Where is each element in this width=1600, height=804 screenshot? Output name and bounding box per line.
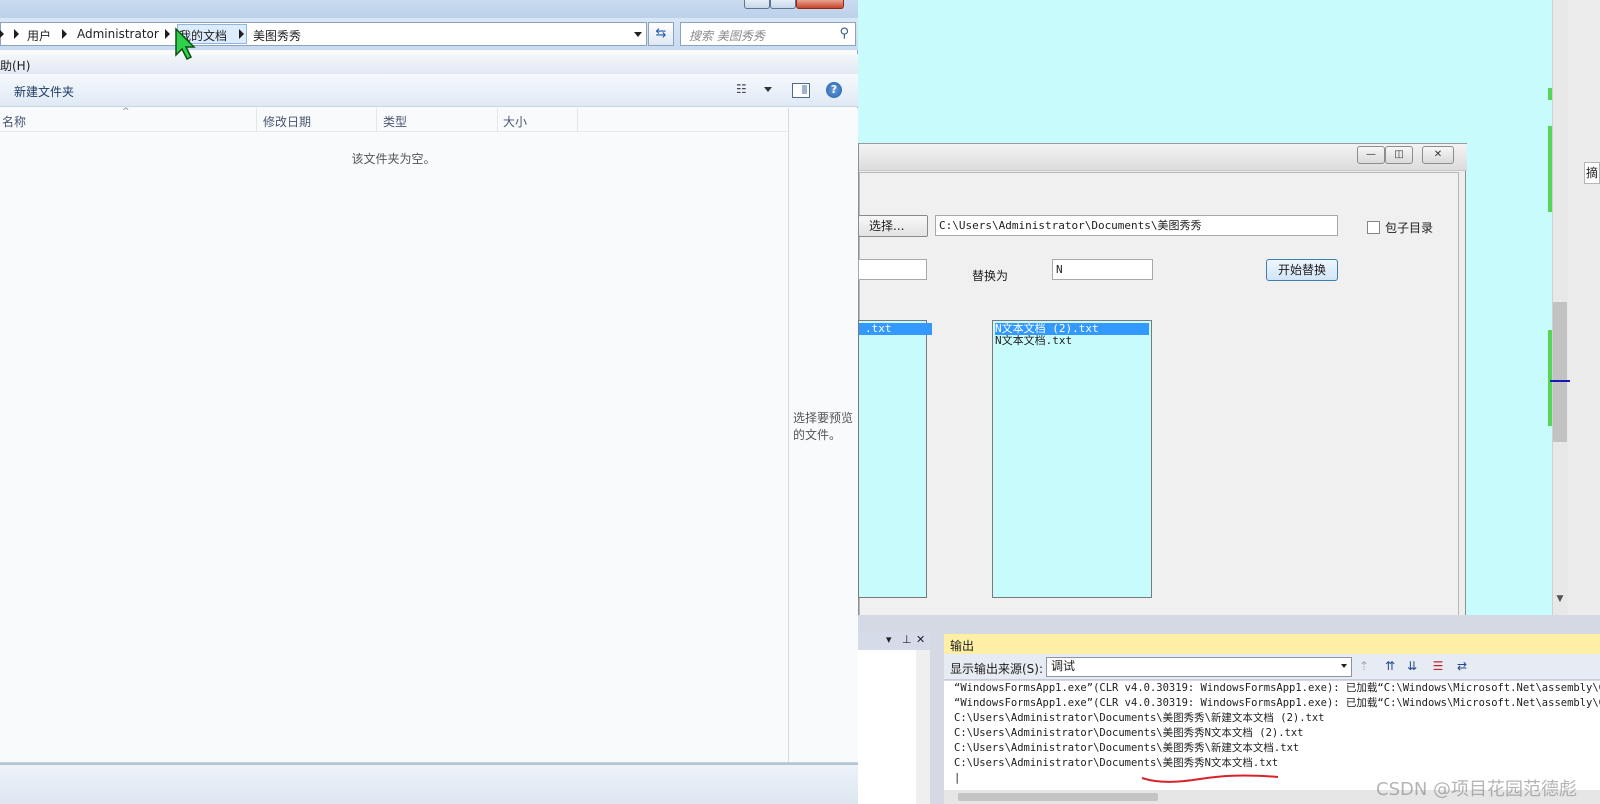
sort-arrow-icon: ^ <box>122 107 130 117</box>
column-type[interactable]: 类型 <box>383 113 407 130</box>
left-tool-header: ▾ ⊥ ✕ <box>858 632 930 650</box>
breadcrumb-arrow-icon[interactable] <box>62 29 67 39</box>
watermark: CSDN @项目花园范德彪 <box>1376 779 1578 800</box>
column-divider[interactable] <box>256 108 257 132</box>
new-folder-button[interactable]: 新建文件夹 <box>14 83 74 100</box>
mouse-cursor-icon <box>175 27 196 61</box>
replace-with-field[interactable]: N <box>1052 259 1153 280</box>
start-replace-button[interactable]: 开始替换 <box>1266 259 1338 281</box>
search-input[interactable]: 搜索 美图秀秀 ⚲ <box>680 22 856 46</box>
form-client-area <box>859 172 1459 624</box>
address-bar-row: 用户 Administrator 我的文档 美图秀秀 ⇆ 搜索 美图秀秀 ⚲ <box>0 18 858 50</box>
caret-marker <box>1550 380 1570 382</box>
find-message-icon[interactable]: ⇡ <box>1356 658 1372 674</box>
column-name[interactable]: 名称 <box>2 113 26 130</box>
close-button[interactable] <box>796 0 844 9</box>
output-toolbar: 显示输出来源(S): 调试 ⇡ ⇈ ⇊ ☰ ⇄ <box>944 654 1600 680</box>
status-bar <box>0 762 858 804</box>
previous-message-icon[interactable]: ⇈ <box>1382 658 1398 674</box>
maximize-button[interactable] <box>770 0 796 9</box>
status-divider <box>0 763 858 765</box>
breadcrumb-arrow-icon[interactable] <box>239 29 244 39</box>
dropdown-icon[interactable]: ▾ <box>886 633 892 646</box>
column-divider[interactable] <box>376 108 377 132</box>
pin-icon[interactable]: ⊥ <box>902 633 912 646</box>
form-maximize-icon[interactable]: ◫ <box>1385 146 1413 164</box>
next-message-icon[interactable]: ⇊ <box>1404 658 1420 674</box>
find-field[interactable] <box>858 259 927 280</box>
list-item[interactable]: .txt <box>859 323 932 335</box>
menu-bar: 助(H) <box>0 54 858 74</box>
form-minimize-icon[interactable]: — <box>1357 146 1385 164</box>
preview-message: 选择要预览的文件。 <box>793 411 854 442</box>
form-close-icon[interactable]: ✕ <box>1422 146 1454 164</box>
view-options-icon[interactable]: ☷ <box>736 82 748 96</box>
output-line: C:\Users\Administrator\Documents\美图秀秀N文本… <box>954 727 1304 739</box>
scrollbar-thumb[interactable] <box>958 793 1158 801</box>
change-marker <box>1548 126 1552 212</box>
change-marker <box>1548 88 1552 100</box>
breadcrumb-arrow-icon[interactable] <box>0 29 4 39</box>
word-wrap-icon[interactable]: ⇄ <box>1454 658 1470 674</box>
output-header: 输出 <box>944 634 1600 654</box>
output-line: C:\Users\Administrator\Documents\美图秀秀\新建… <box>954 712 1325 724</box>
output-line: “WindowsFormsApp1.exe”(CLR v4.0.30319: W… <box>954 697 1600 709</box>
search-placeholder: 搜索 美图秀秀 <box>689 29 765 43</box>
column-divider[interactable] <box>497 108 498 132</box>
breadcrumb-administrator[interactable]: Administrator <box>77 27 159 41</box>
output-line: C:\Users\Administrator\Documents\美图秀秀\新建… <box>954 742 1300 754</box>
explorer-window: 用户 Administrator 我的文档 美图秀秀 ⇆ 搜索 美图秀秀 ⚲ 助… <box>0 0 858 804</box>
close-icon[interactable]: ✕ <box>916 633 925 646</box>
choose-folder-button[interactable]: 选择... <box>858 215 928 237</box>
minimize-button[interactable] <box>744 0 770 9</box>
scroll-down-icon[interactable]: ▼ <box>1552 594 1568 608</box>
result-file-list[interactable]: N文本文档 (2).txt N文本文档.txt <box>992 320 1152 598</box>
output-source-label: 显示输出来源(S): <box>950 662 1044 676</box>
search-icon[interactable]: ⚲ <box>839 26 849 41</box>
clear-all-icon[interactable]: ☰ <box>1430 658 1446 674</box>
explorer-titlebar <box>0 0 858 18</box>
list-item[interactable]: N文本文档.txt <box>995 335 1072 347</box>
list-item[interactable]: N文本文档 (2).txt <box>995 323 1149 335</box>
view-dropdown-icon[interactable] <box>764 87 772 92</box>
include-subdir-checkbox[interactable] <box>1367 221 1380 234</box>
breadcrumb-arrow-icon[interactable] <box>165 29 170 39</box>
refresh-icon[interactable]: ⇆ <box>648 22 674 46</box>
form-titlebar: — ◫ ✕ <box>859 143 1467 171</box>
column-header: ^ 名称 修改日期 类型 大小 <box>0 107 787 132</box>
breadcrumb-users[interactable]: 用户 <box>27 27 51 44</box>
explorer-toolbar: 新建文件夹 ☷ ? <box>0 74 858 107</box>
breadcrumb-meitu[interactable]: 美图秀秀 <box>253 27 301 44</box>
side-panel-tab[interactable]: 摘 <box>1584 162 1600 184</box>
replace-with-label: 替换为 <box>972 269 1009 283</box>
left-tool-scrollbar[interactable] <box>916 650 930 804</box>
empty-folder-message: 该文件夹为空。 <box>351 152 436 166</box>
output-source-select[interactable]: 调试 <box>1046 657 1352 677</box>
breadcrumb-arrow-icon[interactable] <box>14 29 19 39</box>
address-bar[interactable]: 用户 Administrator 我的文档 美图秀秀 <box>0 22 647 46</box>
preview-pane: 选择要预览的文件。 <box>788 108 858 762</box>
red-underline-annotation <box>1141 774 1279 783</box>
change-marker <box>1548 330 1552 426</box>
output-line: “WindowsFormsApp1.exe”(CLR v4.0.30319: W… <box>954 682 1600 694</box>
include-subdir-label[interactable]: 包子目录 <box>1385 219 1433 236</box>
address-dropdown-icon[interactable] <box>634 32 642 37</box>
output-line: | <box>954 772 961 784</box>
chevron-down-icon <box>1341 664 1347 668</box>
scrollbar-thumb[interactable] <box>1553 302 1567 442</box>
help-icon[interactable]: ? <box>826 82 842 98</box>
path-field[interactable]: C:\Users\Administrator\Documents\美图秀秀 <box>935 215 1338 236</box>
column-divider[interactable] <box>577 108 578 132</box>
output-title: 输出 <box>950 639 975 653</box>
menu-help[interactable]: 助(H) <box>0 57 30 74</box>
output-source-value: 调试 <box>1051 659 1076 673</box>
preview-pane-icon[interactable] <box>792 83 810 98</box>
column-date[interactable]: 修改日期 <box>263 113 311 130</box>
source-file-list[interactable]: .txt <box>858 320 932 598</box>
column-size[interactable]: 大小 <box>503 113 527 130</box>
